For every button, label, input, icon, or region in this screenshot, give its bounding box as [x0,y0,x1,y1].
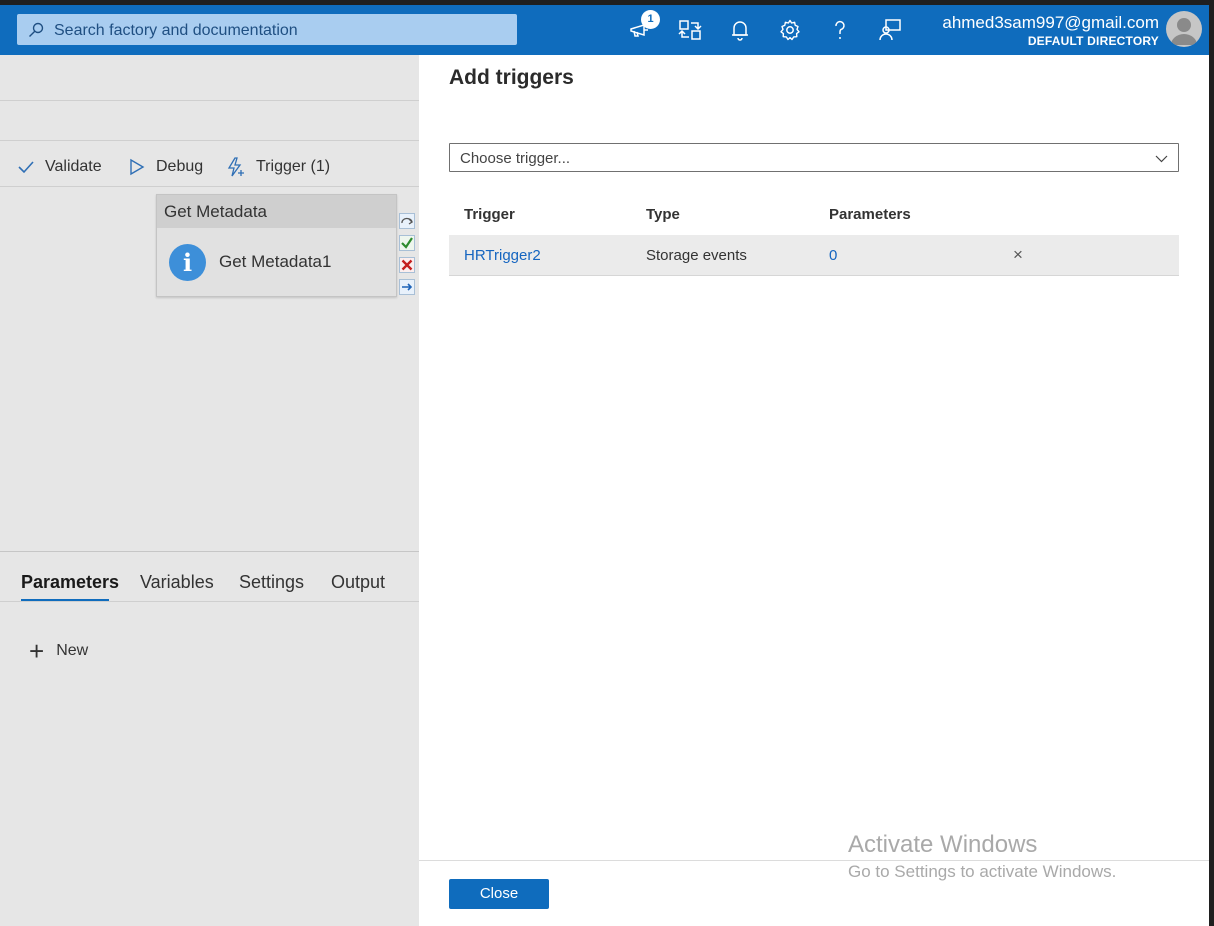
app-window: Search factory and documentation 1 ahmed… [0,5,1209,926]
add-triggers-panel: Add triggers Choose trigger... Trigger T… [419,55,1209,926]
column-header-parameters: Parameters [829,206,911,223]
trigger-name-link[interactable]: HRTrigger2 [464,247,541,264]
switch-directory-icon[interactable] [678,18,702,42]
success-check-icon[interactable] [399,235,415,251]
help-icon[interactable] [828,18,852,42]
gear-icon[interactable] [778,18,802,42]
trigger-type: Storage events [646,247,747,264]
dropdown-placeholder: Choose trigger... [460,150,571,167]
divider [0,140,419,141]
column-header-type: Type [646,206,680,223]
activity-name: Get Metadata1 [219,252,332,271]
watermark-title: Activate Windows [848,831,1038,858]
chevron-down-icon [1155,155,1168,163]
choose-trigger-dropdown[interactable]: Choose trigger... [449,143,1179,172]
checkmark-icon [18,161,34,174]
new-parameter-button[interactable]: + New [29,636,89,666]
tab-settings[interactable]: Settings [239,572,304,593]
tab-variables[interactable]: Variables [140,572,214,593]
divider [0,100,419,101]
remove-trigger-icon[interactable]: × [1013,245,1023,265]
info-icon: i [169,244,206,281]
column-header-trigger: Trigger [464,206,515,223]
close-button[interactable]: Close [449,879,549,909]
divider [0,601,419,602]
play-icon [130,158,145,176]
activity-type: Get Metadata [157,195,396,228]
failure-x-icon[interactable] [399,257,415,273]
activity-get-metadata[interactable]: Get Metadata i Get Metadata1 [156,194,397,297]
notification-badge: 1 [641,10,660,29]
bottom-tabs: Parameters Variables Settings Output [0,551,419,602]
completion-arrow-icon[interactable] [399,279,415,295]
avatar[interactable] [1166,11,1202,47]
user-email: ahmed3sam997@gmail.com [942,13,1159,32]
user-account[interactable]: ahmed3sam997@gmail.com DEFAULT DIRECTORY [942,13,1159,49]
validate-label: Validate [45,158,102,175]
person-icon [1171,18,1197,45]
parameters-count-link[interactable]: 0 [829,247,837,264]
top-bar: Search factory and documentation 1 ahmed… [0,5,1209,55]
divider [0,186,419,187]
validate-button[interactable]: Validate [17,156,102,178]
user-directory: DEFAULT DIRECTORY [1027,34,1159,48]
tab-parameters[interactable]: Parameters [21,572,119,593]
lightning-icon [227,157,244,177]
watermark-subtitle: Go to Settings to activate Windows. [848,862,1117,881]
table-row: HRTrigger2 Storage events 0 × [449,235,1179,276]
trigger-button[interactable]: Trigger (1) [226,156,330,178]
feedback-icon[interactable] [878,18,902,42]
skip-arrow-icon[interactable] [399,213,415,229]
tab-output[interactable]: Output [331,572,385,593]
plus-icon: + [29,636,45,666]
panel-title: Add triggers [449,66,574,89]
new-label: New [56,642,89,659]
pipeline-canvas: Validate Debug Trigger (1) Get Metadata … [0,55,419,926]
search-box[interactable]: Search factory and documentation [17,14,517,45]
bell-icon[interactable] [728,18,752,42]
debug-button[interactable]: Debug [128,156,203,178]
search-icon [29,22,44,37]
debug-label: Debug [156,158,204,175]
activate-windows-watermark: Activate Windows Go to Settings to activ… [848,831,1116,885]
trigger-label: Trigger (1) [256,158,331,175]
search-placeholder: Search factory and documentation [54,22,298,39]
